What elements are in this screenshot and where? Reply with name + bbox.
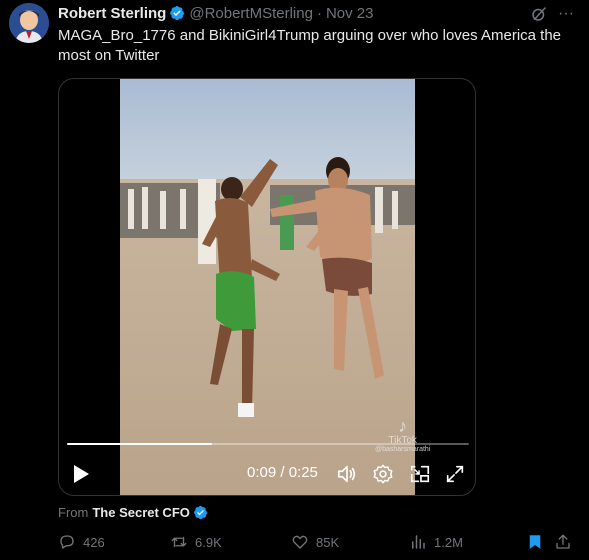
tiktok-watermark: ♪ TikTok @basharsmarathi (375, 417, 430, 453)
reply-button[interactable]: 426 (58, 533, 105, 551)
play-icon[interactable] (71, 463, 91, 485)
tweet-text: MAGA_Bro_1776 and BikiniGirl4Trump argui… (58, 27, 562, 64)
author-name[interactable]: Robert Sterling (58, 5, 166, 22)
reply-count: 426 (83, 534, 105, 550)
video-player[interactable]: ♪ TikTok @basharsmarathi 0:09 / 0:25 (58, 78, 476, 496)
reply-icon (60, 535, 74, 549)
like-button[interactable]: 85K (291, 533, 339, 551)
retweet-button[interactable]: 6.9K (170, 533, 222, 551)
video-time: 0:09 / 0:25 (247, 464, 318, 481)
media-source: From The Secret CFO (58, 505, 208, 520)
from-label: From (58, 505, 89, 520)
video-progress-fill (67, 443, 212, 445)
video-thumbnail (120, 79, 415, 495)
source-name[interactable]: The Secret CFO (92, 505, 190, 520)
volume-icon[interactable] (336, 463, 358, 485)
share-icon (556, 534, 570, 549)
bookmark-icon (529, 535, 541, 549)
picture-in-picture-icon[interactable] (409, 463, 431, 485)
avatar-image (9, 3, 49, 43)
retweet-count: 6.9K (195, 534, 222, 550)
view-count: 1.2M (434, 534, 463, 550)
bookmark-button[interactable] (526, 533, 551, 551)
video-frame[interactable] (120, 79, 415, 495)
retweet-icon (171, 536, 187, 548)
grok-icon[interactable] (530, 5, 548, 23)
views-button[interactable]: 1.2M (409, 533, 463, 551)
verified-badge-icon (193, 505, 208, 520)
views-icon (412, 535, 425, 549)
tiktok-handle: @basharsmarathi (375, 446, 431, 453)
more-icon[interactable]: ··· (556, 4, 576, 24)
tweet-date[interactable]: Nov 23 (326, 5, 374, 22)
verified-badge-icon (170, 5, 185, 21)
fullscreen-icon[interactable] (444, 463, 466, 485)
author-handle[interactable]: @RobertMSterling (189, 5, 313, 22)
action-bar: 426 6.9K 85K 1.2M (58, 533, 578, 555)
share-button[interactable] (554, 533, 579, 551)
separator: · (316, 4, 322, 22)
heart-icon (292, 535, 308, 549)
tweet-header: Robert Sterling @RobertMSterling · Nov 2… (58, 4, 373, 22)
video-progress-bar[interactable] (67, 443, 469, 445)
tiktok-icon: ♪ (398, 416, 408, 436)
avatar[interactable] (9, 3, 49, 43)
gear-icon[interactable] (372, 463, 394, 485)
like-count: 85K (316, 534, 340, 550)
